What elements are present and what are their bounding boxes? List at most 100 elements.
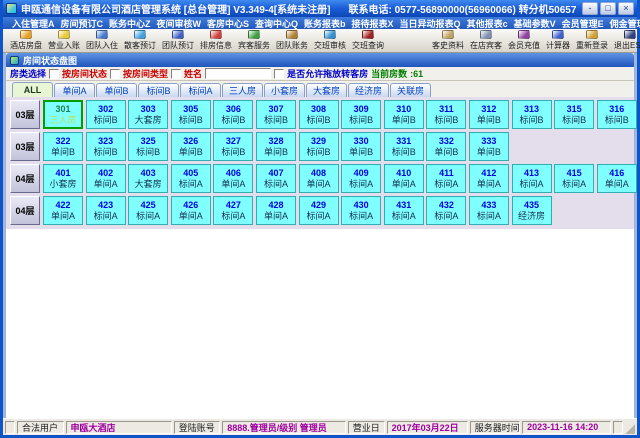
menu-item-2[interactable]: 账务中心Z [106, 17, 154, 30]
room-cell-416[interactable]: 416单间A [597, 164, 637, 193]
by-type-checkbox[interactable] [110, 69, 120, 79]
room-cell-411[interactable]: 411标间A [426, 164, 466, 193]
minimize-button[interactable]: - [582, 2, 598, 15]
exit-button[interactable]: 退出ESC [611, 29, 640, 52]
room-cell-306[interactable]: 306标间B [213, 100, 253, 129]
group-checkin-button[interactable]: 团队入住 [83, 29, 121, 52]
room-cell-322[interactable]: 322单间B [43, 132, 83, 161]
menu-item-1[interactable]: 房间预订C [58, 17, 107, 30]
room-cell-326[interactable]: 326单间B [171, 132, 211, 161]
name-input[interactable] [205, 68, 271, 79]
room-cell-413[interactable]: 413标间A [512, 164, 552, 193]
room-cell-329[interactable]: 329标间B [299, 132, 339, 161]
by-name-checkbox[interactable] [171, 69, 181, 79]
room-cell-435[interactable]: 435经济房 [512, 196, 552, 225]
room-cell-311[interactable]: 311标间B [426, 100, 466, 129]
menu-item-11[interactable]: 会员管理E [559, 17, 607, 30]
room-cell-302[interactable]: 302标间B [86, 100, 126, 129]
room-cell-432[interactable]: 432标间A [426, 196, 466, 225]
tab-单间B[interactable]: 单间B [96, 83, 137, 97]
room-cell-328[interactable]: 328单间B [256, 132, 296, 161]
tab-大套房[interactable]: 大套房 [306, 83, 347, 97]
tab-小套房[interactable]: 小套房 [264, 83, 305, 97]
menu-item-10[interactable]: 基础参数V [511, 17, 559, 30]
room-cell-327[interactable]: 327标间B [213, 132, 253, 161]
room-cell-412[interactable]: 412单间A [469, 164, 509, 193]
room-cell-405[interactable]: 405标间A [171, 164, 211, 193]
room-cell-315[interactable]: 315标间B [554, 100, 594, 129]
tab-标间B[interactable]: 标间B [138, 83, 179, 97]
room-cell-415[interactable]: 415标间A [554, 164, 594, 193]
menu-item-5[interactable]: 查询中心Q [252, 17, 301, 30]
room-cell-308[interactable]: 308标间B [299, 100, 339, 129]
tab-三人房[interactable]: 三人房 [222, 83, 263, 97]
individual-booking-button[interactable]: 散客预订 [121, 29, 159, 52]
guest-service-button[interactable]: 宾客服务 [235, 29, 273, 52]
shift-query-button[interactable]: 交班查询 [349, 29, 387, 52]
menu-item-12[interactable]: 佣金管理Y [607, 17, 640, 30]
tab-关联房[interactable]: 关联房 [390, 83, 431, 97]
cash-in-button[interactable]: 营业入账 [45, 29, 83, 52]
room-assignment-button[interactable]: 排房信息 [197, 29, 235, 52]
group-booking-button[interactable]: 团队预订 [159, 29, 197, 52]
room-cell-409[interactable]: 409标间A [341, 164, 381, 193]
hotel-room-map-button[interactable]: 酒店房盘 [7, 29, 45, 52]
menu-item-7[interactable]: 接待报表X [349, 17, 397, 30]
room-cell-407[interactable]: 407标间A [256, 164, 296, 193]
room-cell-312[interactable]: 312单间B [469, 100, 509, 129]
relogin-button[interactable]: 重新登录 [573, 29, 611, 52]
room-cell-430[interactable]: 430标间A [341, 196, 381, 225]
allow-drag-checkbox[interactable] [274, 69, 284, 79]
room-cell-330[interactable]: 330单间B [341, 132, 381, 161]
room-cell-309[interactable]: 309标间B [341, 100, 381, 129]
room-cell-303[interactable]: 303大套房 [128, 100, 168, 129]
room-cell-403[interactable]: 403大套房 [128, 164, 168, 193]
menu-item-9[interactable]: 其他报表c [464, 17, 511, 30]
tab-单间A[interactable]: 单间A [54, 83, 95, 97]
room-cell-433[interactable]: 433标间A [469, 196, 509, 225]
menu-item-0[interactable]: 入住管理A [9, 17, 58, 30]
room-cell-325[interactable]: 325标间B [128, 132, 168, 161]
menu-item-4[interactable]: 客房中心S [204, 17, 252, 30]
room-cell-331[interactable]: 331标间B [384, 132, 424, 161]
maximize-button[interactable]: □ [600, 2, 616, 15]
calculator-button[interactable]: 计算器 [543, 29, 573, 52]
shift-audit-button[interactable]: 交班审核 [311, 29, 349, 52]
room-cell-425[interactable]: 425标间A [128, 196, 168, 225]
menu-item-8[interactable]: 当日异动报表Q [397, 17, 464, 30]
status-spacer [5, 421, 15, 434]
room-cell-406[interactable]: 406单间A [213, 164, 253, 193]
room-cell-323[interactable]: 323标间B [86, 132, 126, 161]
group-billing-button[interactable]: 团队账务 [273, 29, 311, 52]
calculator-icon [552, 30, 564, 39]
member-recharge-button[interactable]: 会员充值 [505, 29, 543, 52]
tab-ALL[interactable]: ALL [12, 82, 53, 97]
room-cell-401[interactable]: 401小套房 [43, 164, 83, 193]
menu-item-3[interactable]: 夜间审核W [154, 17, 205, 30]
room-cell-402[interactable]: 402单间A [86, 164, 126, 193]
room-cell-408[interactable]: 408单间A [299, 164, 339, 193]
room-cell-429[interactable]: 429标间A [299, 196, 339, 225]
room-cell-422[interactable]: 422单间A [43, 196, 83, 225]
room-cell-305[interactable]: 305标间B [171, 100, 211, 129]
room-cell-428[interactable]: 428单间A [256, 196, 296, 225]
guest-history-button[interactable]: 客史资料 [429, 29, 467, 52]
menu-item-6[interactable]: 账务报表b [301, 17, 349, 30]
room-cell-423[interactable]: 423标间A [86, 196, 126, 225]
inhouse-guests-button[interactable]: 在店宾客 [467, 29, 505, 52]
tab-标间A[interactable]: 标间A [180, 83, 221, 97]
tab-经济房[interactable]: 经济房 [348, 83, 389, 97]
room-cell-426[interactable]: 426单间A [171, 196, 211, 225]
room-cell-410[interactable]: 410单间A [384, 164, 424, 193]
room-cell-301[interactable]: 301三人房 [43, 100, 83, 129]
room-cell-316[interactable]: 316标间B [597, 100, 637, 129]
room-cell-332[interactable]: 332单间B [426, 132, 466, 161]
room-cell-333[interactable]: 333单间B [469, 132, 509, 161]
room-cell-310[interactable]: 310单间B [384, 100, 424, 129]
room-cell-307[interactable]: 307标间B [256, 100, 296, 129]
room-cell-313[interactable]: 313标间B [512, 100, 552, 129]
close-button[interactable]: × [618, 2, 634, 15]
room-cell-431[interactable]: 431标间A [384, 196, 424, 225]
by-status-checkbox[interactable] [49, 69, 59, 79]
room-cell-427[interactable]: 427标间A [213, 196, 253, 225]
